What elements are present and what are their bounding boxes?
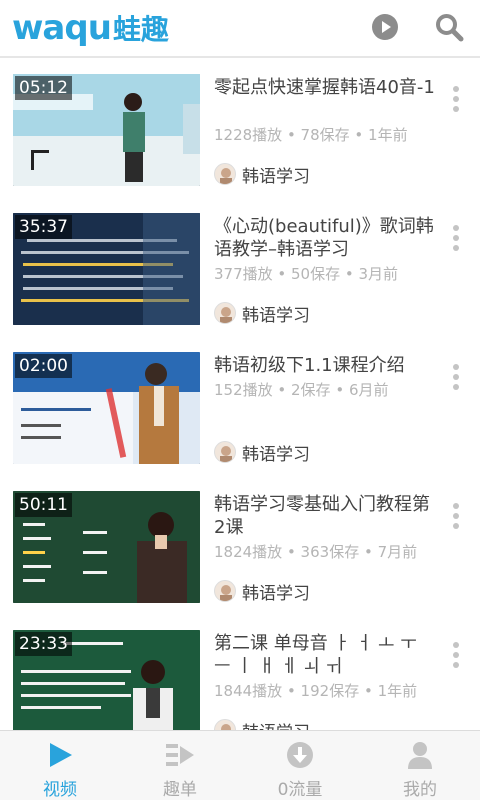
channel-name: 韩语学习 — [242, 166, 310, 187]
video-item[interactable]: 35:37 《心动(beautiful)》歌词韩语教学–韩语学习 377播放 •… — [0, 199, 480, 338]
nav-label: 我的 — [403, 780, 437, 800]
channel-avatar — [214, 580, 236, 602]
video-thumbnail[interactable]: 35:37 — [13, 213, 200, 325]
logo-latin-text: waqu — [12, 8, 112, 48]
nav-label: 视频 — [43, 780, 77, 800]
nav-label: 趣单 — [163, 780, 197, 800]
nav-profile[interactable]: 我的 — [360, 731, 480, 800]
more-options-icon[interactable] — [446, 364, 466, 394]
more-options-icon[interactable] — [446, 642, 466, 672]
video-duration: 02:00 — [15, 354, 72, 378]
video-duration: 35:37 — [15, 215, 72, 239]
video-thumbnail[interactable]: 23:33 — [13, 630, 200, 730]
channel-link[interactable]: 韩语学习 — [214, 440, 310, 465]
video-meta: 1824播放 • 363保存 • 7月前 — [214, 543, 418, 561]
channel-link[interactable]: 韩语学习 — [214, 162, 310, 187]
video-thumbnail[interactable]: 50:11 — [13, 491, 200, 603]
nav-videos[interactable]: 视频 — [0, 731, 120, 800]
video-thumbnail[interactable]: 05:12 — [13, 74, 200, 186]
channel-link[interactable]: 韩语学习 — [214, 579, 310, 604]
download-icon — [283, 739, 317, 771]
playlist-icon — [163, 739, 197, 771]
video-meta: 1844播放 • 192保存 • 1年前 — [214, 682, 418, 700]
user-icon — [403, 739, 437, 771]
channel-avatar — [214, 719, 236, 730]
video-title[interactable]: 第二课 单母音 ㅏ ㅓ ㅗ ㅜ ㅡ ㅣ ㅐ ㅔ ㅚ ㅟ — [214, 632, 438, 678]
video-item[interactable]: 23:33 第二课 单母音 ㅏ ㅓ ㅗ ㅜ ㅡ ㅣ ㅐ ㅔ ㅚ ㅟ 1844播放… — [0, 616, 480, 730]
channel-link[interactable]: 韩语学习 — [214, 301, 310, 326]
video-title[interactable]: 韩语初级下1.1课程介绍 — [214, 354, 438, 377]
more-options-icon[interactable] — [446, 225, 466, 255]
nav-label: 0流量 — [277, 780, 323, 800]
app-logo: waqu 蛙趣 — [12, 8, 169, 48]
channel-avatar — [214, 163, 236, 185]
app-header: waqu 蛙趣 — [0, 0, 480, 58]
video-title[interactable]: 零起点快速掌握韩语40音-1 — [214, 76, 438, 99]
more-options-icon[interactable] — [446, 503, 466, 533]
channel-name: 韩语学习 — [242, 718, 310, 731]
video-item[interactable]: 50:11 韩语学习零基础入门教程第2课 1824播放 • 363保存 • 7月… — [0, 477, 480, 616]
channel-name: 韩语学习 — [242, 583, 310, 604]
video-duration: 23:33 — [15, 632, 72, 656]
search-icon[interactable] — [434, 12, 464, 42]
video-feed: 05:12 零起点快速掌握韩语40音-1 1228播放 • 78保存 • 1年前… — [0, 60, 480, 730]
more-options-icon[interactable] — [446, 86, 466, 116]
video-thumbnail[interactable]: 02:00 — [13, 352, 200, 464]
video-title[interactable]: 韩语学习零基础入门教程第2课 — [214, 493, 438, 539]
channel-avatar — [214, 441, 236, 463]
nav-playlists[interactable]: 趣单 — [120, 731, 240, 800]
video-duration: 05:12 — [15, 76, 72, 100]
video-item[interactable]: 02:00 韩语初级下1.1课程介绍 152播放 • 2保存 • 6月前 韩语学… — [0, 338, 480, 477]
video-meta: 152播放 • 2保存 • 6月前 — [214, 381, 389, 399]
play-icon[interactable] — [370, 12, 400, 42]
video-meta: 1228播放 • 78保存 • 1年前 — [214, 126, 408, 144]
channel-link[interactable]: 韩语学习 — [214, 718, 310, 730]
video-title[interactable]: 《心动(beautiful)》歌词韩语教学–韩语学习 — [214, 215, 438, 261]
video-meta: 377播放 • 50保存 • 3月前 — [214, 265, 399, 283]
bottom-nav: 视频 趣单 0流量 我的 — [0, 730, 480, 800]
channel-name: 韩语学习 — [242, 444, 310, 465]
video-duration: 50:11 — [15, 493, 72, 517]
video-item[interactable]: 05:12 零起点快速掌握韩语40音-1 1228播放 • 78保存 • 1年前… — [0, 60, 480, 199]
channel-avatar — [214, 302, 236, 324]
nav-offline[interactable]: 0流量 — [240, 731, 360, 800]
logo-chinese-text: 蛙趣 — [112, 13, 169, 46]
channel-name: 韩语学习 — [242, 305, 310, 326]
video-play-icon — [43, 739, 77, 771]
